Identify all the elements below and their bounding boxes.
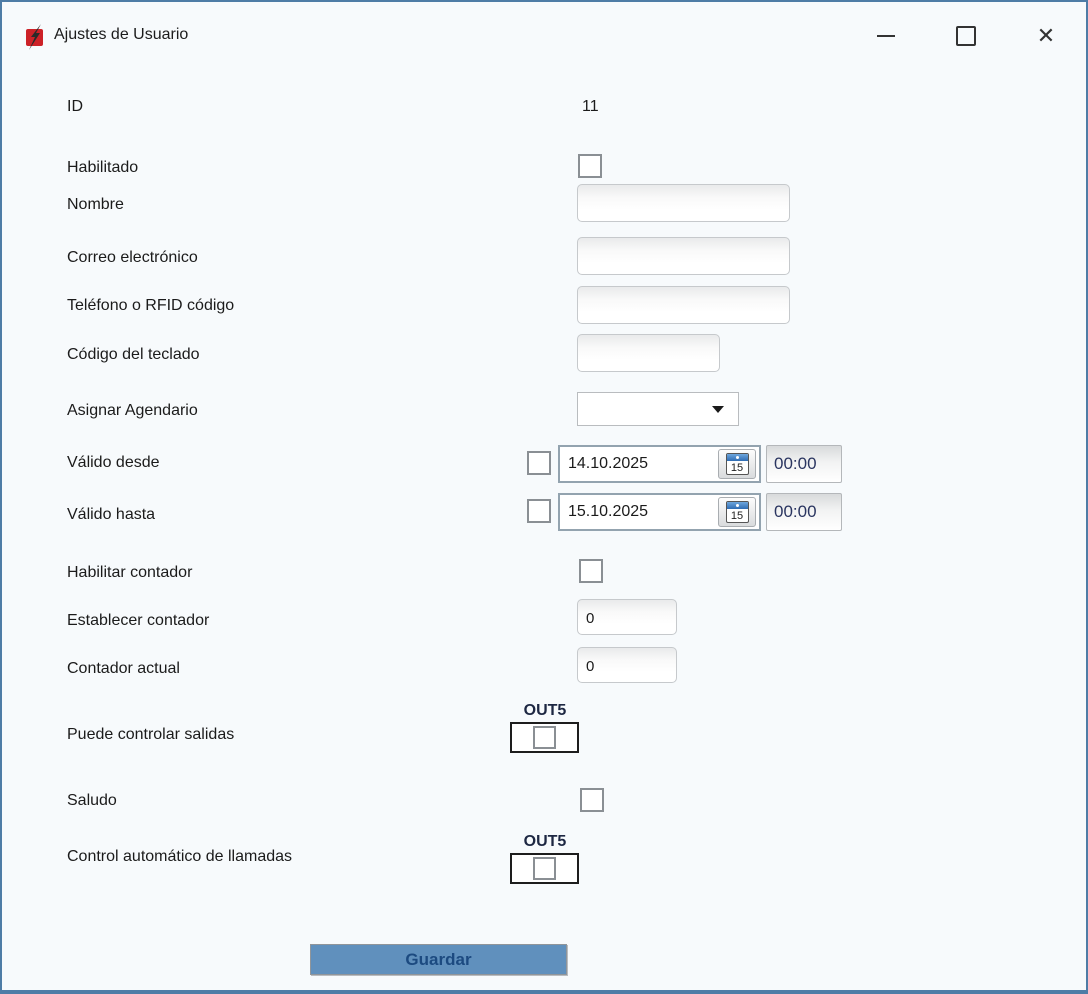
save-button[interactable]: Guardar [310,944,567,975]
window-title: Ajustes de Usuario [54,26,189,43]
maximize-button[interactable] [943,20,989,52]
close-icon: ✕ [1036,23,1056,48]
control-automatico-label: Control automático de llamadas [67,848,293,865]
establecer-contador-input[interactable] [577,599,677,635]
saludo-checkbox[interactable] [580,788,604,812]
id-value: 11 [582,98,599,115]
valido-hasta-date-field[interactable]: 15.10.2025 15 [558,493,761,531]
valido-hasta-date-value: 15.10.2025 [568,503,649,520]
valido-desde-date-field[interactable]: 14.10.2025 15 [558,445,761,483]
habilitado-checkbox[interactable] [578,154,602,178]
valido-desde-time-field[interactable]: 00:00 [766,445,842,483]
chevron-down-icon [712,406,724,413]
telefono-label: Teléfono o RFID código [67,297,235,314]
valido-desde-calendar-button[interactable]: 15 [718,449,756,479]
correo-input[interactable] [577,237,790,275]
contador-actual-label: Contador actual [67,660,180,677]
maximize-icon [956,26,976,46]
valido-desde-date-value: 14.10.2025 [568,455,649,472]
contador-actual-input[interactable] [577,647,677,683]
app-icon [26,24,43,50]
habilitar-contador-label: Habilitar contador [67,564,193,581]
puede-controlar-salidas-output-checkbox[interactable] [533,726,556,749]
minimize-icon [877,35,895,37]
output-name-label: OUT5 [523,833,567,850]
puede-controlar-salidas-label: Puede controlar salidas [67,726,235,743]
valido-hasta-time-field[interactable]: 00:00 [766,493,842,531]
saludo-label: Saludo [67,792,117,809]
control-automatico-output-group: OUT5 [510,833,580,884]
nombre-label: Nombre [67,196,124,213]
nombre-input[interactable] [577,184,790,222]
control-automatico-output-checkbox[interactable] [533,857,556,880]
puede-controlar-salidas-output-group: OUT5 [510,702,580,753]
habilitado-label: Habilitado [67,159,139,176]
title-bar: Ajustes de Usuario ✕ [2,2,1086,64]
puede-controlar-salidas-output-box [510,722,579,753]
valido-desde-checkbox[interactable] [527,451,551,475]
valido-desde-label: Válido desde [67,454,160,471]
valido-hasta-checkbox[interactable] [527,499,551,523]
telefono-input[interactable] [577,286,790,324]
correo-label: Correo electrónico [67,249,198,266]
valido-hasta-label: Válido hasta [67,506,156,523]
id-label: ID [67,98,83,115]
close-button[interactable]: ✕ [1023,20,1069,52]
agendario-dropdown[interactable] [577,392,739,426]
valido-hasta-calendar-button[interactable]: 15 [718,497,756,527]
agendario-label: Asignar Agendario [67,402,198,419]
codigo-teclado-label: Código del teclado [67,346,200,363]
control-automatico-output-box [510,853,579,884]
user-settings-window: Ajustes de Usuario ✕ ID 11 Habilitado No… [0,0,1088,994]
habilitar-contador-checkbox[interactable] [579,559,603,583]
codigo-teclado-input[interactable] [577,334,720,372]
calendar-icon: 15 [725,501,749,523]
output-name-label: OUT5 [523,702,567,719]
establecer-contador-label: Establecer contador [67,612,210,629]
minimize-button[interactable] [863,20,909,52]
calendar-icon: 15 [725,453,749,475]
